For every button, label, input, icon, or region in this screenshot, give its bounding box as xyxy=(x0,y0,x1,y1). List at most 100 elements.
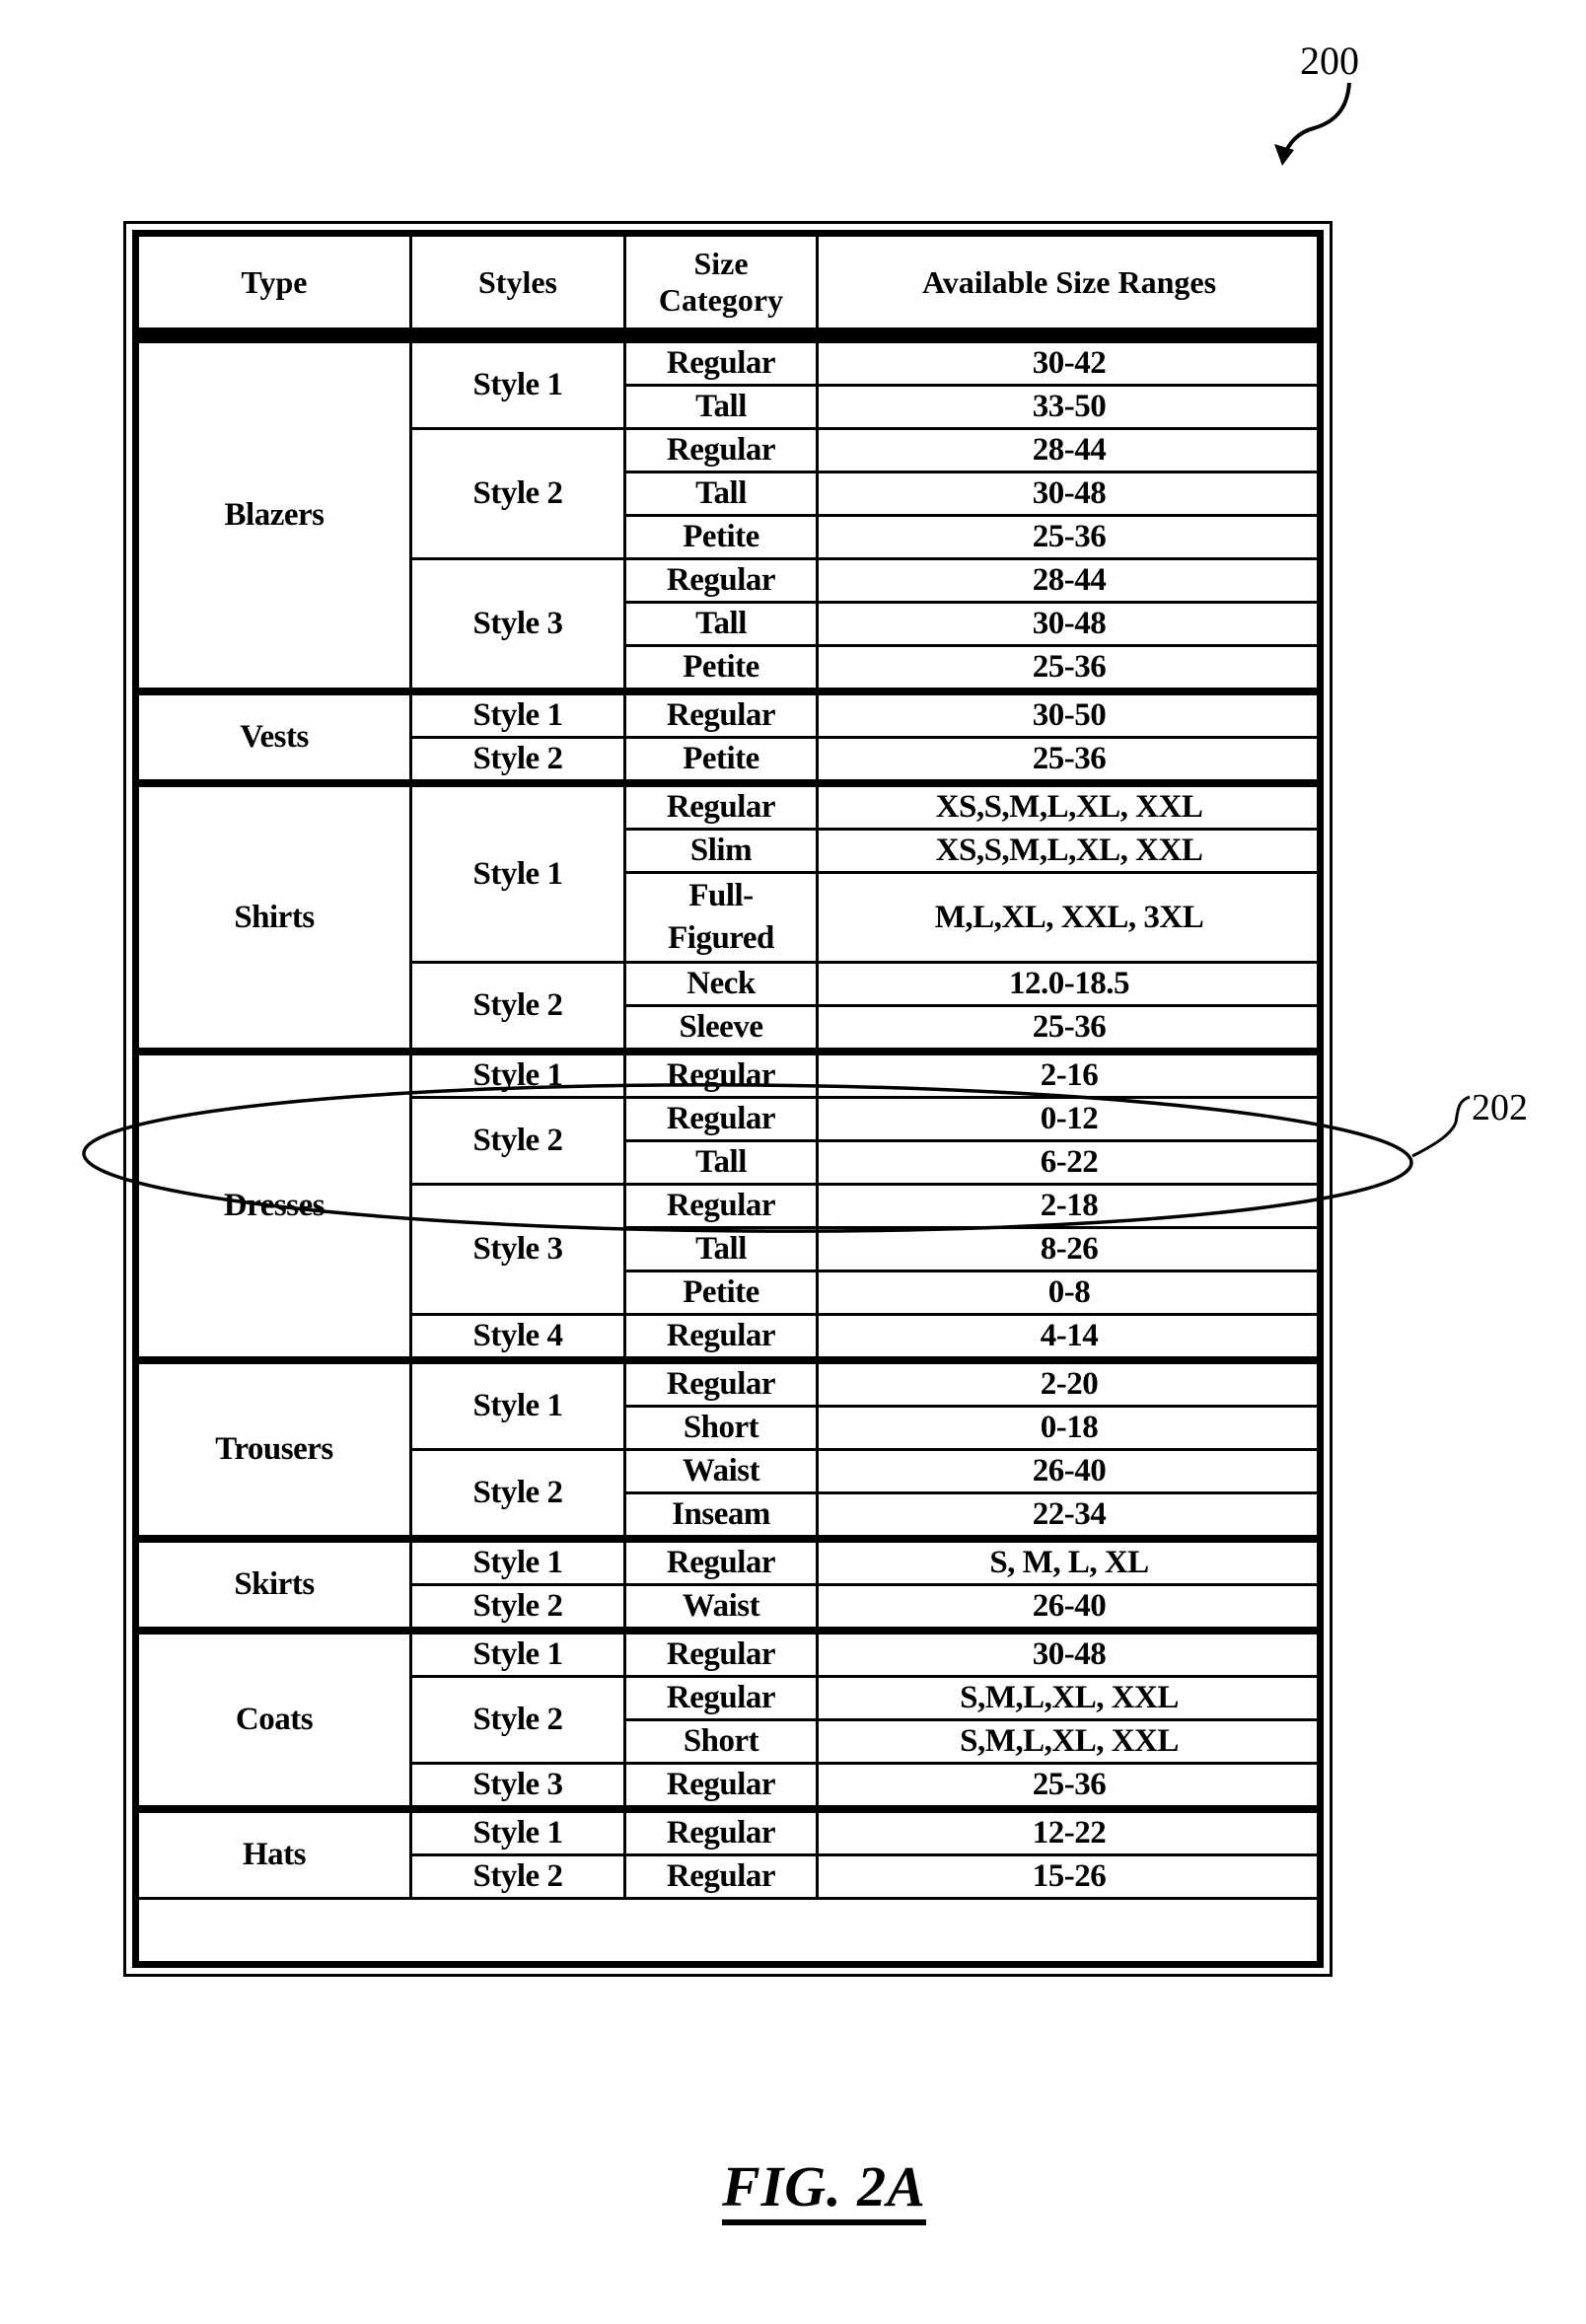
size-category-cell: Petite xyxy=(623,736,819,785)
figure-caption: FIG. 2A xyxy=(722,2158,926,2225)
size-category-cell: Short xyxy=(623,1718,819,1765)
type-cell: Hats xyxy=(136,1805,412,1900)
size-category-cell: Tall xyxy=(623,601,819,647)
table-header-row: Type Styles Size Category Available Size… xyxy=(136,234,1323,332)
size-range-cell: 28-44 xyxy=(816,427,1323,473)
size-range-cell: 0-18 xyxy=(816,1405,1323,1451)
size-category-cell: Tall xyxy=(623,384,819,430)
table-row: Blazers Style 1 Regular 30-42 xyxy=(136,333,1323,693)
size-range-cell: 15-26 xyxy=(816,1853,1323,1900)
size-range-cell: XS,S,M,L,XL, XXL xyxy=(816,779,1323,831)
size-category-cell: Regular xyxy=(623,1762,819,1811)
style-cell: Style 1 xyxy=(409,1805,626,1856)
style-cell: Style 1 xyxy=(409,1535,626,1586)
size-category-cell: Slim xyxy=(623,828,819,874)
style-cell: Style 1 xyxy=(409,688,626,739)
size-range-cell: M,L,XL, XXL, 3XL xyxy=(816,871,1323,964)
size-range-cell: S, M, L, XL xyxy=(816,1535,1323,1586)
size-range-cell: 2-16 xyxy=(816,1048,1323,1099)
size-range-cell: S,M,L,XL, XXL xyxy=(816,1718,1323,1765)
size-range-cell: 30-42 xyxy=(816,333,1323,387)
size-category-cell: Regular xyxy=(623,427,819,473)
size-category-cell: Regular xyxy=(623,1675,819,1721)
size-range-cell: 26-40 xyxy=(816,1448,1323,1494)
size-category-cell: Short xyxy=(623,1405,819,1451)
header-separator xyxy=(137,327,1322,338)
header-separator-line xyxy=(137,327,1322,338)
size-range-cell: 0-12 xyxy=(816,1096,1323,1142)
style-cell: Style 2 xyxy=(409,736,626,785)
style-cell: Style 2 xyxy=(409,961,626,1053)
size-category-cell: Regular xyxy=(623,1356,819,1408)
size-category-cell: Tall xyxy=(623,471,819,517)
size-range-cell: 25-36 xyxy=(816,514,1323,560)
type-cell: Shirts xyxy=(136,779,412,1053)
reference-200-arrow xyxy=(1282,82,1351,157)
type-cell: Dresses xyxy=(136,1048,412,1362)
style-cell: Style 1 xyxy=(409,1627,626,1678)
size-category-cell: Regular xyxy=(623,1535,819,1586)
reference-number-200: 200 xyxy=(1300,38,1359,83)
size-range-cell: 12.0-18.5 xyxy=(816,961,1323,1007)
table-row: Vests Style 1 Regular 30-50 xyxy=(136,688,1323,785)
style-cell: Style 3 xyxy=(409,557,626,693)
header-available-size-ranges: Available Size Ranges xyxy=(816,234,1323,332)
size-category-cell: Waist xyxy=(623,1448,819,1494)
table-row: Dresses Style 1 Regular 2-16 xyxy=(136,1048,1323,1362)
size-range-cell: 4-14 xyxy=(816,1313,1323,1362)
type-cell: Vests xyxy=(136,688,412,785)
size-range-cell: 26-40 xyxy=(816,1583,1323,1633)
header-size-category: Size Category xyxy=(623,234,819,332)
size-category-cell: Regular xyxy=(623,1096,819,1142)
type-cell: Trousers xyxy=(136,1356,412,1541)
table-row: Hats Style 1 Regular 12-22 xyxy=(136,1805,1323,1900)
size-range-cell: 8-26 xyxy=(816,1226,1323,1272)
size-category-cell: Regular xyxy=(623,333,819,387)
style-cell: Style 1 xyxy=(409,1048,626,1099)
style-cell: Style 2 xyxy=(409,427,626,560)
size-range-cell: 12-22 xyxy=(816,1805,1323,1856)
size-range-cell: 25-36 xyxy=(816,1004,1323,1053)
size-range-cell: 30-48 xyxy=(816,601,1323,647)
size-range-cell: 0-8 xyxy=(816,1270,1323,1316)
style-cell: Style 1 xyxy=(409,779,626,964)
size-category-cell: Regular xyxy=(623,1853,819,1900)
style-cell: Style 2 xyxy=(409,1583,626,1633)
type-cell: Blazers xyxy=(136,333,412,693)
size-range-cell: 30-50 xyxy=(816,688,1323,739)
size-range-cell: 22-34 xyxy=(816,1491,1323,1541)
table-row: Trousers Style 1 Regular 2-20 xyxy=(136,1356,1323,1541)
size-category-cell: Regular xyxy=(623,1805,819,1856)
size-category-cell: Regular xyxy=(623,1313,819,1362)
style-cell: Style 1 xyxy=(409,333,626,430)
table-row: Shirts Style 1 Regular XS,S,M,L,XL, XXL xyxy=(136,779,1323,1053)
size-category-cell: Inseam xyxy=(623,1491,819,1541)
style-cell: Style 2 xyxy=(409,1675,626,1765)
callout-number-202: 202 xyxy=(1472,1087,1528,1128)
size-range-cell: 25-36 xyxy=(816,644,1323,693)
size-category-cell: Petite xyxy=(623,514,819,560)
size-ranges-table: Type Styles Size Category Available Size… xyxy=(136,234,1323,1900)
style-cell: Style 3 xyxy=(409,1762,626,1811)
table-body: Blazers Style 1 Regular 30-42 Tall 33-50 Style… xyxy=(136,327,1323,1900)
header-styles: Styles xyxy=(409,234,626,332)
callout-202-leader xyxy=(1411,1095,1471,1158)
size-range-cell: 25-36 xyxy=(816,1762,1323,1811)
size-range-cell: 33-50 xyxy=(816,384,1323,430)
style-cell: Style 2 xyxy=(409,1448,626,1541)
table-row: Skirts Style 1 Regular S, M, L, XL xyxy=(136,1535,1323,1633)
size-range-cell: 2-20 xyxy=(816,1356,1323,1408)
size-range-cell: 28-44 xyxy=(816,557,1323,604)
size-category-cell: Regular xyxy=(623,557,819,604)
size-category-cell: Regular xyxy=(623,779,819,831)
size-category-cell: Waist xyxy=(623,1583,819,1633)
size-category-cell: Tall xyxy=(623,1139,819,1186)
size-category-cell: Neck xyxy=(623,961,819,1007)
style-cell: Style 3 xyxy=(409,1183,626,1316)
style-cell: Style 1 xyxy=(409,1356,626,1451)
size-range-cell: 30-48 xyxy=(816,1627,1323,1678)
header-type: Type xyxy=(136,234,412,332)
size-range-cell: 2-18 xyxy=(816,1183,1323,1229)
table-row: Coats Style 1 Regular 30-48 xyxy=(136,1627,1323,1811)
size-range-cell: 6-22 xyxy=(816,1139,1323,1186)
